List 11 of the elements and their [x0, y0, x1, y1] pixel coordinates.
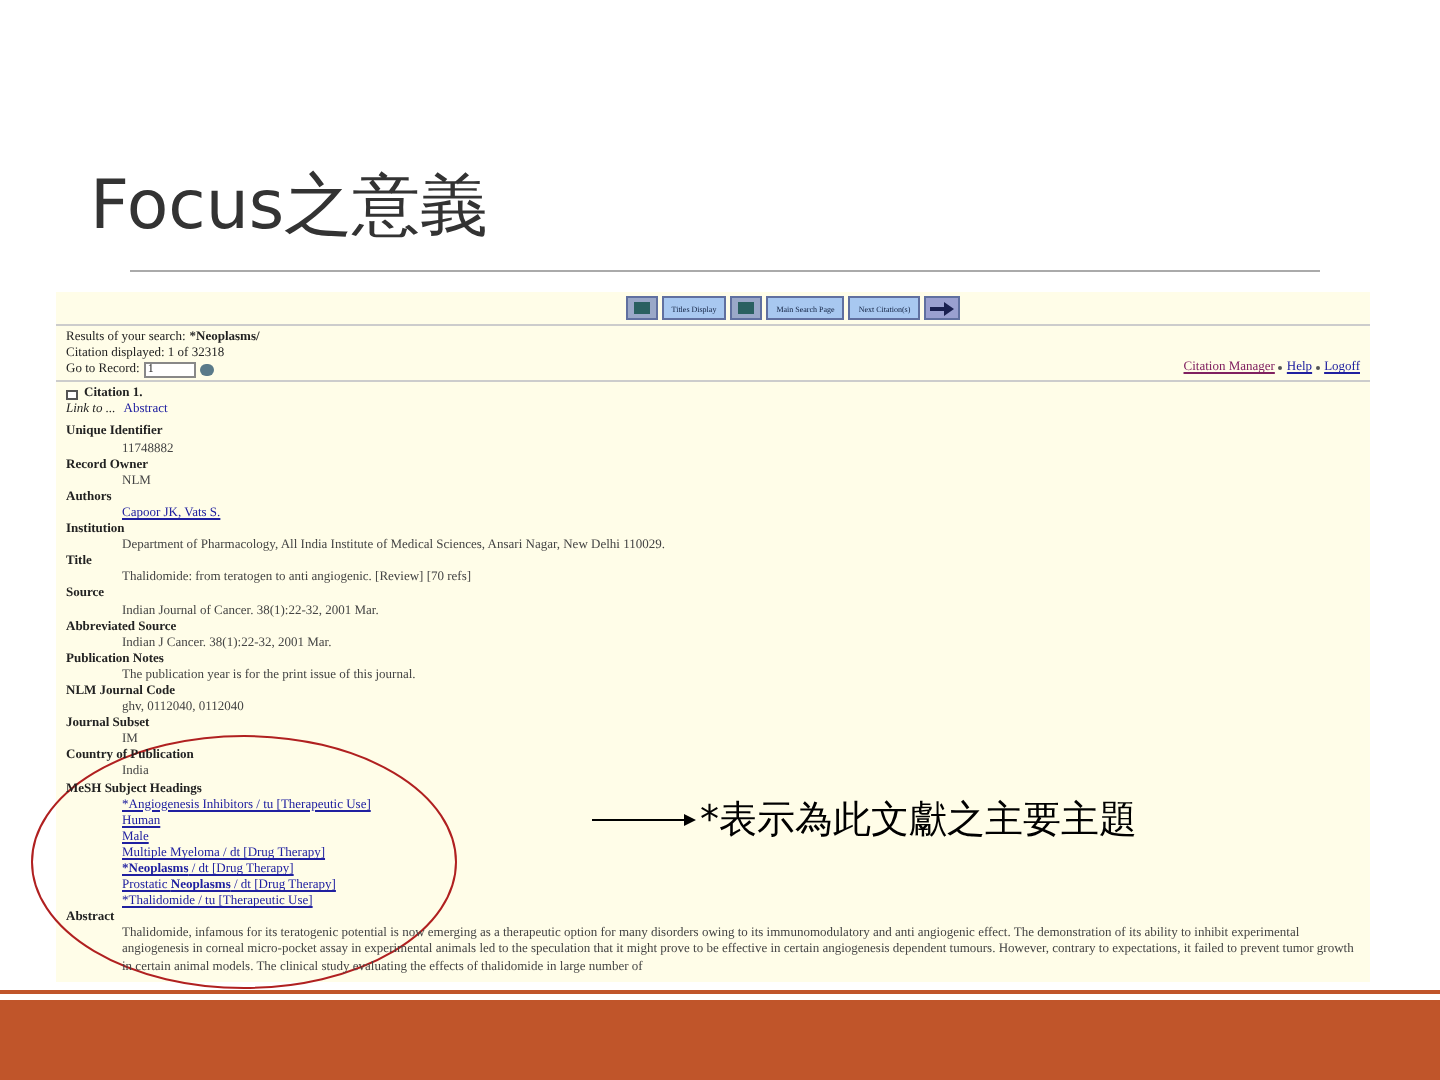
arrow-right-icon [930, 301, 955, 315]
citation-checkbox[interactable] [66, 389, 78, 400]
annotation-note: *表示為此文獻之主要主題 [700, 796, 1137, 844]
toolbar-icon-button[interactable] [625, 296, 658, 320]
slide-title: Focus之意義 [90, 166, 489, 246]
go-icon[interactable] [199, 364, 214, 377]
arrow-right-icon [592, 814, 696, 826]
bullet-icon [1278, 366, 1283, 371]
bullet-icon [1316, 366, 1321, 371]
next-button[interactable] [924, 296, 961, 320]
toolbar-icon-button[interactable] [730, 296, 763, 320]
